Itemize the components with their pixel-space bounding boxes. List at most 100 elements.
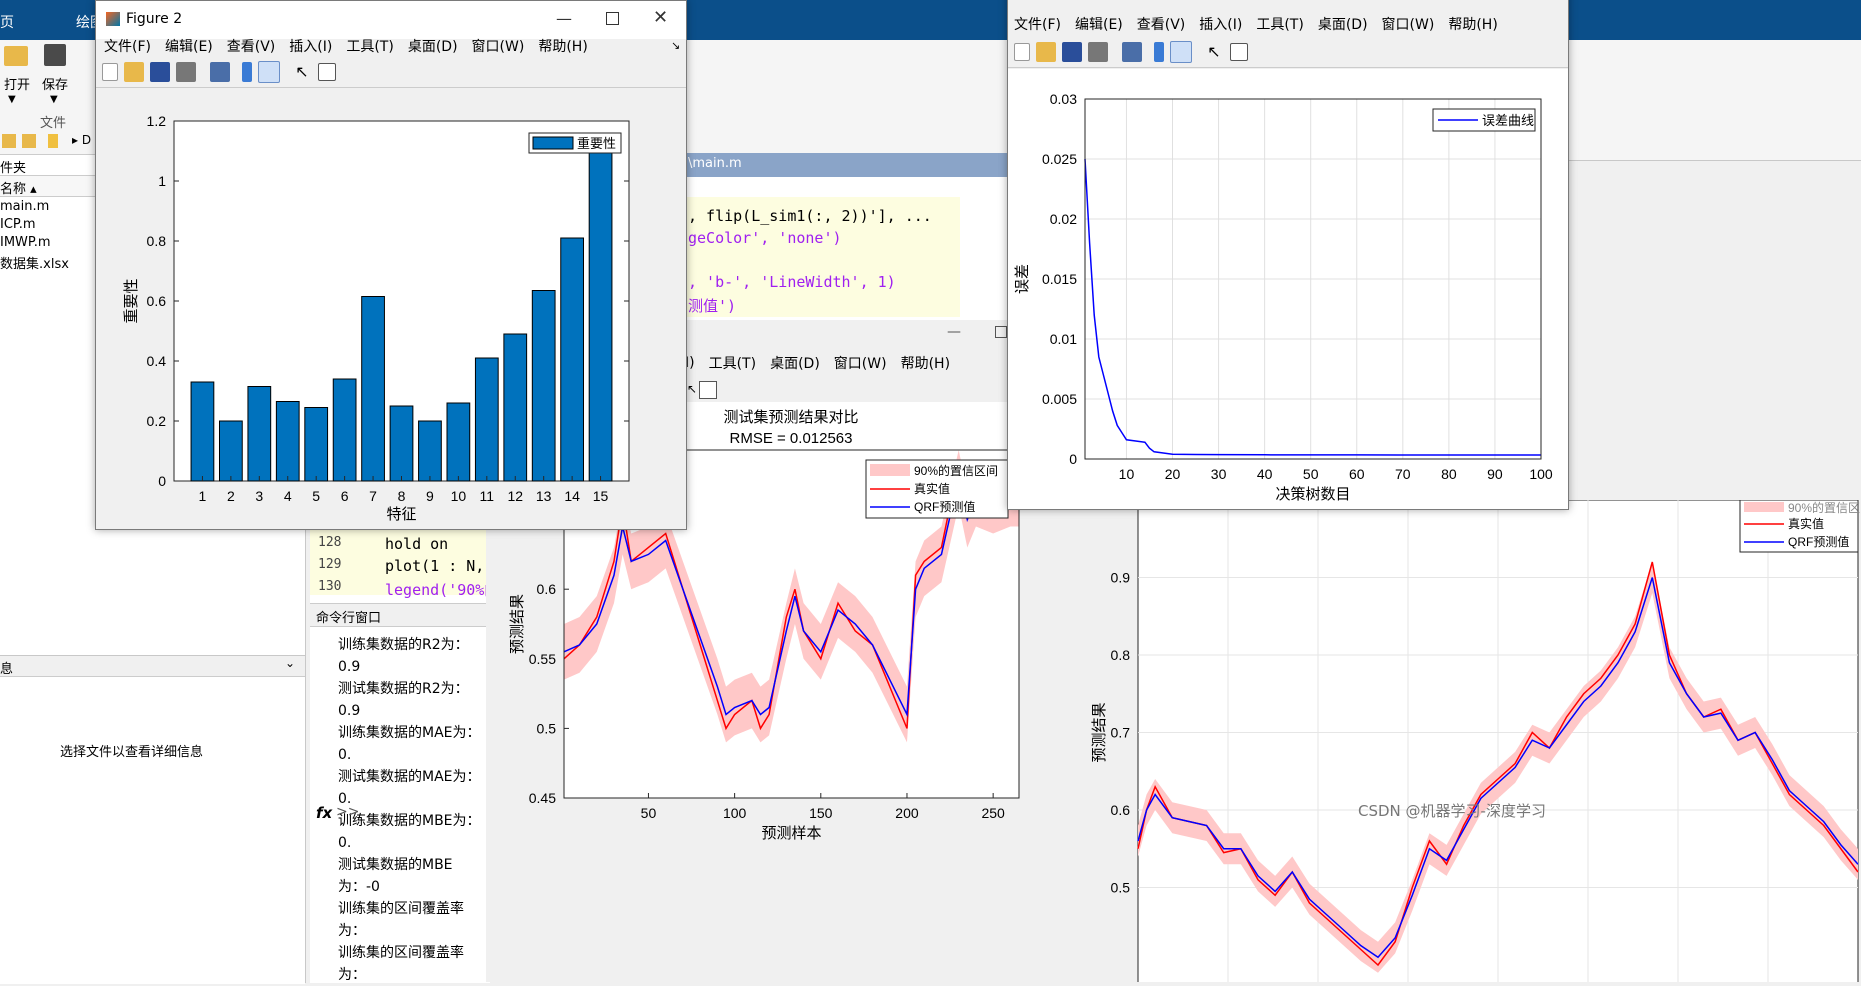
y-tick-label: 0.005 (1042, 391, 1077, 407)
print-icon[interactable] (176, 62, 196, 82)
minimize-icon[interactable]: — (556, 9, 572, 28)
colorbar-icon[interactable] (1154, 42, 1164, 62)
property-inspector-icon[interactable] (1230, 43, 1248, 61)
pointer-icon[interactable]: ↖ (292, 62, 312, 82)
output-line: 测试集数据的MAE为：0. (338, 769, 481, 807)
details-content (0, 676, 305, 984)
new-figure-icon[interactable] (102, 63, 118, 81)
legend-icon[interactable] (258, 61, 280, 83)
x-axis-label: 决策树数目 (1275, 486, 1350, 503)
menu-file[interactable]: 文件(F) (104, 36, 151, 56)
menu-edit[interactable]: 编辑(E) (1075, 14, 1123, 34)
x-tick-label: 13 (536, 488, 552, 504)
x-tick-label: 80 (1441, 466, 1457, 482)
menu-file[interactable]: 文件(F) (1014, 14, 1061, 34)
bar (418, 420, 442, 482)
print-icon[interactable] (1088, 42, 1108, 62)
x-tick-label: 14 (564, 488, 580, 504)
x-tick-label: 30 (1211, 466, 1227, 482)
browse-folder-icon[interactable] (22, 134, 36, 148)
x-tick-label: 250 (981, 805, 1005, 821)
figure-1-toolbar: ↖ (1008, 37, 1568, 68)
new-figure-icon[interactable] (1014, 43, 1030, 61)
legend-label: 误差曲线 (1482, 113, 1534, 128)
link-plot-icon[interactable] (210, 62, 230, 82)
command-prompt[interactable]: >> (336, 804, 359, 820)
command-window-header: 命令行窗口 (310, 604, 490, 627)
drive-icon (48, 134, 58, 148)
open-file-icon[interactable] (1036, 42, 1056, 62)
property-inspector-icon[interactable] (699, 381, 717, 399)
dock-arrow-icon[interactable]: ↘ (671, 39, 680, 52)
x-tick-label: 11 (480, 488, 495, 504)
link-plot-icon[interactable] (1122, 42, 1142, 62)
menu-insert[interactable]: 插入(I) (1199, 14, 1242, 34)
code-line[interactable]: , flip(L_sim1(:, 2))'], ... (688, 207, 932, 225)
menu-help[interactable]: 帮助(H) (538, 36, 587, 56)
details-placeholder: 选择文件以查看详细信息 (60, 745, 204, 760)
y-tick-label: 0.6 (537, 581, 557, 597)
output-line: 测试集数据的R2为：0.9 (338, 681, 469, 719)
x-tick-label: 150 (809, 805, 833, 821)
close-icon[interactable]: ✕ (653, 7, 668, 28)
open-folder-icon[interactable] (4, 46, 28, 66)
menu-window[interactable]: 窗口(W) (472, 36, 525, 56)
tab-home[interactable]: 页 (0, 12, 14, 32)
file-list-item-main[interactable]: main.m (0, 199, 49, 214)
x-tick-label: 100 (1529, 466, 1553, 482)
command-output: 训练集数据的R2为：0.9 测试集数据的R2为：0.9 训练集数据的MAE为：0… (338, 634, 490, 986)
x-tick-label: 12 (507, 488, 523, 504)
menu-edit[interactable]: 编辑(E) (165, 36, 213, 56)
menu-desktop[interactable]: 桌面(D) (1318, 14, 1368, 34)
legend-icon[interactable] (1170, 41, 1192, 63)
menu-desktop[interactable]: 桌面(D) (770, 353, 820, 373)
menu-help[interactable]: 帮助(H) (1448, 14, 1497, 34)
y-tick-label: 0.03 (1050, 91, 1077, 107)
pointer-icon[interactable]: ↖ (687, 382, 697, 396)
menu-desktop[interactable]: 桌面(D) (408, 36, 458, 56)
save-disk-icon[interactable] (44, 44, 66, 66)
x-tick-label: 8 (398, 488, 406, 504)
menu-window[interactable]: 窗口(W) (834, 353, 887, 373)
menu-view[interactable]: 查看(V) (1137, 14, 1186, 34)
code-line[interactable]: plot(1 : N, T (385, 557, 502, 575)
x-tick-label: 200 (895, 805, 919, 821)
y-tick-label: 0.8 (1111, 647, 1131, 663)
y-axis-label: 重要性 (123, 278, 140, 323)
code-line[interactable]: , 'b-', 'LineWidth', 1) (688, 273, 896, 291)
open-file-icon[interactable] (124, 62, 144, 82)
maximize-icon[interactable] (606, 12, 619, 25)
menu-tools[interactable]: 工具(T) (1256, 14, 1303, 34)
open-button[interactable]: 打开 (4, 74, 30, 93)
file-list-item-icp[interactable]: ICP.m (0, 217, 36, 232)
colorbar-icon[interactable] (242, 62, 252, 82)
menu-window[interactable]: 窗口(W) (1382, 14, 1435, 34)
chevron-down-icon[interactable]: ⌄ (285, 656, 295, 670)
code-line[interactable]: hold on (385, 535, 448, 553)
code-line[interactable]: 测值') (688, 295, 736, 316)
menu-tools[interactable]: 工具(T) (709, 353, 756, 373)
pointer-icon[interactable]: ↖ (1204, 42, 1224, 62)
code-line[interactable]: geColor', 'none') (688, 229, 842, 247)
path-segment[interactable]: ▸ D (72, 133, 91, 147)
code-line[interactable]: legend('90%的 (385, 579, 499, 600)
folder-up-icon[interactable] (2, 134, 16, 148)
maximize-icon[interactable] (995, 326, 1007, 338)
file-list-item-imwp[interactable]: IMWP.m (0, 235, 51, 250)
command-window-title: 命令行窗口 (316, 611, 382, 626)
command-window[interactable]: 命令行窗口 训练集数据的R2为：0.9 测试集数据的R2为：0.9 训练集数据的… (310, 603, 490, 983)
minimize-icon[interactable]: — (947, 324, 961, 340)
editor-tab-main[interactable]: \main.m (688, 156, 742, 171)
menu-view[interactable]: 查看(V) (227, 36, 276, 56)
menu-help[interactable]: 帮助(H) (901, 353, 950, 373)
save-button[interactable]: 保存 (42, 74, 68, 93)
save-icon[interactable] (1062, 42, 1082, 62)
menu-insert[interactable]: 插入(I) (289, 36, 332, 56)
save-chevron-down-icon[interactable]: ▼ (50, 94, 58, 105)
property-inspector-icon[interactable] (318, 63, 336, 81)
open-chevron-down-icon[interactable]: ▼ (8, 94, 16, 105)
file-list-item-dataset[interactable]: 数据集.xlsx (0, 253, 69, 272)
save-icon[interactable] (150, 62, 170, 82)
legend-label: 90%的置信区 (1788, 500, 1860, 515)
menu-tools[interactable]: 工具(T) (346, 36, 393, 56)
